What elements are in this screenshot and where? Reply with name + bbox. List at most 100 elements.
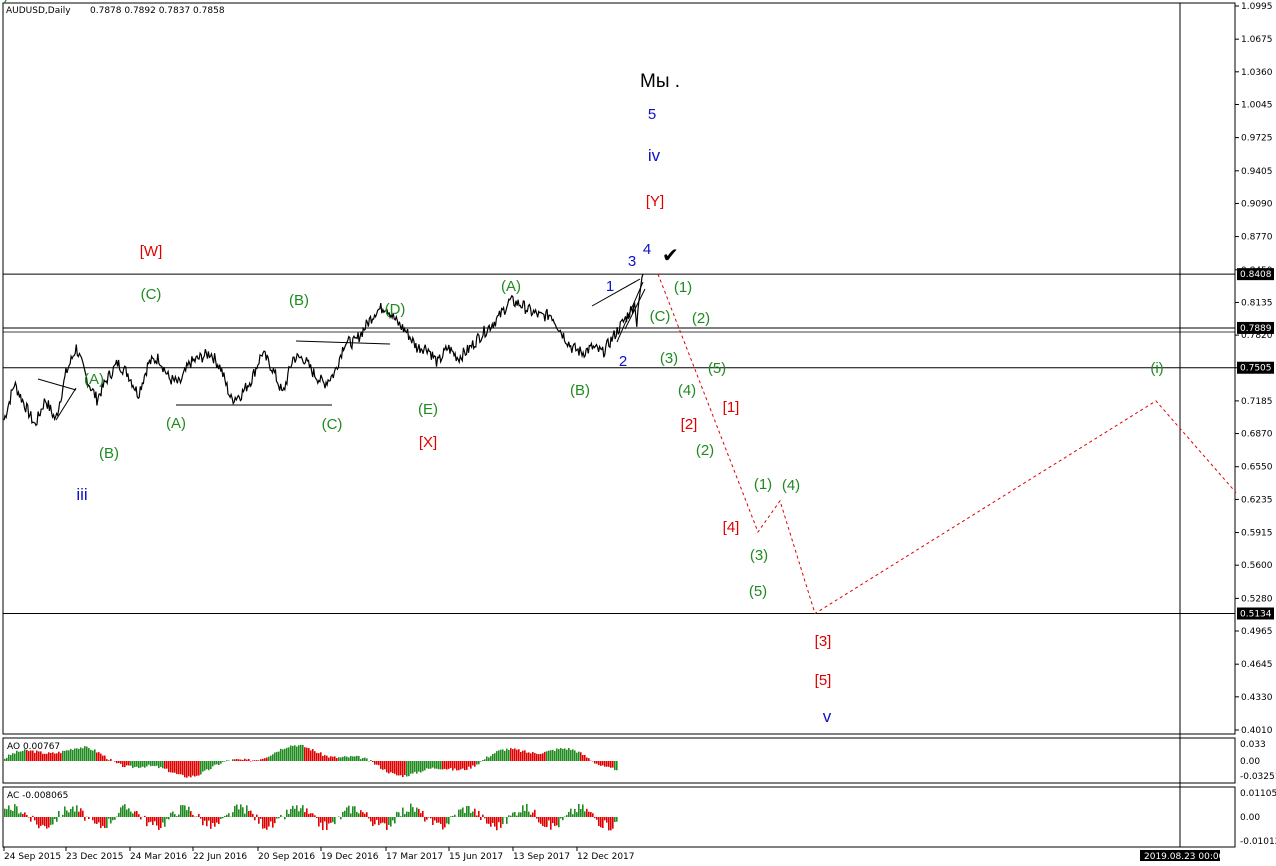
ao-bar	[110, 758, 112, 761]
ao-bar	[282, 749, 284, 761]
ao-bar	[320, 752, 322, 761]
ao-bar	[272, 754, 274, 761]
ao-bar	[30, 750, 32, 761]
ac-bar	[216, 817, 218, 823]
ac-bar	[28, 817, 30, 818]
ac-bar	[424, 817, 426, 822]
ac-bar	[342, 811, 344, 817]
ac-bar	[300, 808, 302, 817]
y-tick-label: 0.8770	[1241, 233, 1273, 243]
ac-bar	[476, 815, 478, 817]
ao-bar	[350, 755, 352, 761]
ac-bar	[552, 817, 554, 824]
ao-bar	[56, 753, 58, 761]
ao-bar	[446, 761, 448, 770]
ac-bar	[190, 811, 192, 817]
ao-bar	[362, 758, 364, 761]
ac-bar	[200, 817, 202, 819]
ao-bar	[456, 761, 458, 771]
ao-bar	[294, 745, 296, 761]
ac-bar	[100, 817, 102, 829]
ao-bar	[274, 752, 276, 761]
ac-bar	[224, 815, 226, 817]
ao-bar	[124, 761, 126, 768]
ao-bar	[434, 761, 436, 769]
x-tick-label: 24 Sep 2015	[4, 852, 61, 862]
ao-bar	[470, 761, 472, 769]
ao-bar	[48, 752, 50, 761]
ac-bar	[16, 806, 18, 817]
wave-label: (4)	[782, 477, 800, 494]
ac-bar	[320, 817, 322, 823]
ao-bar	[72, 750, 74, 761]
ao-bar	[46, 753, 48, 761]
ac-bar	[94, 817, 96, 824]
ao-bar	[546, 751, 548, 761]
ac-bar	[390, 817, 392, 827]
ac-tick: 0.01105	[1240, 789, 1276, 799]
ac-bar	[444, 817, 446, 828]
ac-bar	[174, 814, 176, 817]
ac-bar	[558, 817, 560, 828]
ac-bar	[240, 804, 242, 817]
ao-bar	[148, 761, 150, 765]
ao-bar	[108, 760, 110, 761]
trendline	[295, 340, 391, 345]
ao-bar	[54, 753, 56, 761]
ac-bar	[318, 817, 320, 827]
ao-bar	[22, 750, 24, 761]
ac-bar	[156, 817, 158, 826]
ac-bar	[238, 809, 240, 817]
ac-bar	[102, 817, 104, 826]
ac-bar	[254, 817, 256, 821]
ao-tick: 0.033	[1240, 740, 1266, 750]
wave-labels: iii (A) (B) [W] (C) (A) (B) (C) (D) (E) [X] (A) (B) 1…	[0, 0, 1164, 726]
ao-bar	[610, 761, 612, 768]
ac-bar	[510, 815, 512, 817]
ao-bar	[584, 754, 586, 761]
wave-label: [X]	[419, 434, 437, 451]
y-tick-label: 0.5915	[1241, 529, 1273, 539]
ao-bar	[598, 761, 600, 766]
ac-bar	[436, 817, 438, 823]
ac-bar	[284, 817, 286, 820]
wave-label: (A)	[501, 278, 521, 295]
ac-bar	[256, 814, 258, 817]
ao-bar	[62, 750, 64, 761]
ac-bar	[280, 814, 282, 817]
ac-bar	[526, 803, 528, 817]
ao-bar	[270, 755, 272, 761]
ac-bar	[582, 804, 584, 817]
x-tick-label: 13 Sep 2017	[513, 852, 570, 862]
ao-bar	[452, 761, 454, 771]
ao-bar	[506, 748, 508, 761]
ac-bar	[346, 807, 348, 817]
ao-bar	[38, 751, 40, 761]
ao-bar	[176, 761, 178, 775]
ao-bar	[492, 753, 494, 761]
ao-bar	[94, 749, 96, 761]
ac-bar	[614, 817, 616, 822]
ao-label: AO 0.00767	[7, 742, 60, 752]
ao-bar	[420, 761, 422, 773]
ac-bar	[40, 817, 42, 826]
ac-bar	[472, 811, 474, 817]
ac-bar	[154, 817, 156, 822]
ac-bar	[442, 817, 444, 830]
ac-bar	[168, 817, 170, 820]
ac-bar	[262, 817, 264, 829]
ac-bar	[148, 817, 150, 823]
ao-bar	[390, 761, 392, 773]
projection-line	[657, 273, 1237, 615]
ac-bar	[474, 808, 476, 817]
ao-bar	[528, 752, 530, 761]
ao-bar	[550, 750, 552, 761]
ao-bar	[10, 755, 12, 761]
y-tick-label: 0.9405	[1241, 167, 1273, 177]
ac-bar	[268, 817, 270, 827]
ao-bar	[514, 748, 516, 761]
price-line	[3, 273, 644, 427]
ao-bar	[130, 761, 132, 766]
ac-bar	[302, 805, 304, 817]
wave-label: (B)	[99, 445, 119, 462]
